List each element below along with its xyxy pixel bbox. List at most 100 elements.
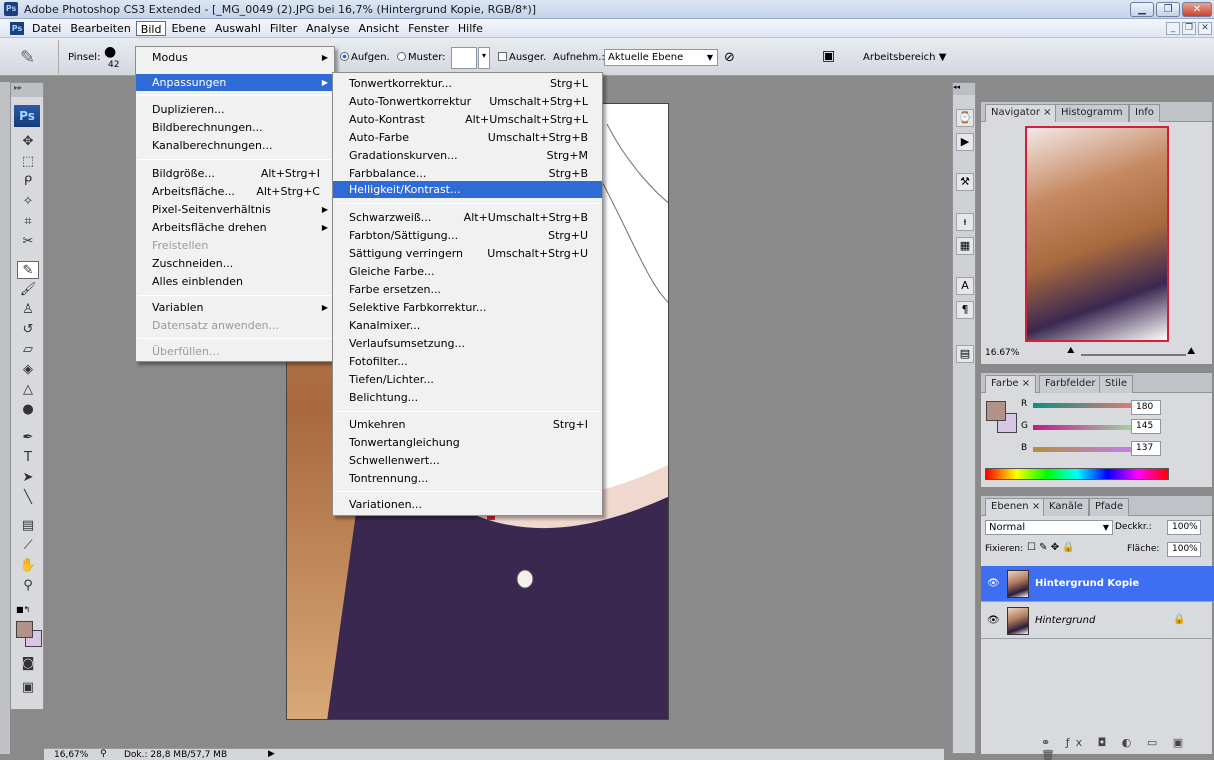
- status-zoom[interactable]: 16,67%: [54, 750, 88, 760]
- menu-item-pixel-seitenverhaeltnis[interactable]: Pixel-Seitenverhältnis ▶: [136, 201, 334, 218]
- pattern-dropdown-icon[interactable]: ▾: [478, 47, 490, 69]
- blend-mode-select[interactable]: Normal ▼: [985, 520, 1113, 535]
- menu-item-saettigung-verringern[interactable]: Sättigung verringern Umschalt+Strg+U: [333, 245, 602, 262]
- dodge-tool-icon[interactable]: ●: [17, 401, 39, 419]
- layer-name[interactable]: Hintergrund: [1035, 615, 1095, 626]
- zoom-out-icon[interactable]: ⛰: [1067, 346, 1075, 356]
- menu-item-alles-einblenden[interactable]: Alles einblenden: [136, 273, 334, 290]
- close-icon[interactable]: ✕: [1182, 2, 1212, 17]
- menu-item-tontrennung[interactable]: Tontrennung...: [333, 470, 602, 487]
- menu-item-verlaufsumsetzung[interactable]: Verlaufsumsetzung...: [333, 335, 602, 352]
- menu-item-duplizieren[interactable]: Duplizieren...: [136, 101, 334, 118]
- menu-item-bildgroesse[interactable]: Bildgröße... Alt+Strg+I: [136, 165, 334, 182]
- blur-tool-icon[interactable]: △: [17, 381, 39, 399]
- zoom-tool-icon[interactable]: ⚲: [17, 577, 39, 595]
- menu-ansicht[interactable]: Ansicht: [354, 21, 403, 36]
- visibility-eye-icon[interactable]: 👁: [987, 615, 1000, 626]
- tab-stile[interactable]: Stile: [1099, 375, 1133, 393]
- menu-item-schwarzweiss[interactable]: Schwarzweiß... Alt+Umschalt+Strg+B: [333, 209, 602, 226]
- pattern-radio[interactable]: Muster:: [397, 52, 446, 63]
- layer-row[interactable]: 👁 Hintergrund Kopie: [981, 566, 1214, 602]
- screen-mode-icon[interactable]: ▣: [17, 679, 39, 697]
- photoshop-logo[interactable]: Ps: [14, 105, 40, 127]
- menu-item-kanalmixer[interactable]: Kanalmixer...: [333, 317, 602, 334]
- sample-checkbox[interactable]: Ausger.: [498, 52, 546, 63]
- menu-item-farbton-saettigung[interactable]: Farbton/Sättigung... Strg+U: [333, 227, 602, 244]
- pen-tool-icon[interactable]: ✒: [17, 429, 39, 447]
- tab-ebenen[interactable]: Ebenen ×: [985, 498, 1047, 516]
- color-spectrum-bar[interactable]: [985, 468, 1169, 480]
- zoom-in-icon[interactable]: ⛰: [1187, 346, 1195, 357]
- tab-navigator[interactable]: Navigator ×: [985, 104, 1058, 122]
- menu-item-anpassungen[interactable]: Anpassungen ▶: [136, 74, 334, 91]
- menu-item-fotofilter[interactable]: Fotofilter...: [333, 353, 602, 370]
- workspace-button[interactable]: Arbeitsbereich ▼: [863, 52, 946, 63]
- b-slider[interactable]: [1033, 447, 1133, 452]
- pattern-swatch[interactable]: [451, 47, 477, 69]
- tab-pfade[interactable]: Pfade: [1089, 498, 1130, 516]
- menu-ebene[interactable]: Ebene: [167, 21, 209, 36]
- menu-item-tonwertkorrektur[interactable]: Tonwertkorrektur... Strg+L: [333, 75, 602, 92]
- slice-tool-icon[interactable]: ✂: [17, 233, 39, 251]
- history-panel-icon[interactable]: ⌚: [956, 109, 974, 127]
- document-icon[interactable]: Ps: [10, 22, 24, 35]
- menu-item-tiefen-lichter[interactable]: Tiefen/Lichter...: [333, 371, 602, 388]
- paint-bucket-tool-icon[interactable]: ◈: [17, 361, 39, 379]
- eraser-tool-icon[interactable]: ▱: [17, 341, 39, 359]
- clone-source-icon[interactable]: ▦: [956, 237, 974, 255]
- actions-panel-icon[interactable]: ▶: [956, 133, 974, 151]
- maximize-icon[interactable]: ❐: [1156, 2, 1180, 17]
- doc-close-icon[interactable]: ✕: [1198, 22, 1212, 35]
- move-tool-icon[interactable]: ✥: [17, 133, 39, 151]
- menu-filter[interactable]: Filter: [266, 21, 301, 36]
- visibility-eye-icon[interactable]: 👁: [987, 578, 1000, 589]
- paragraph-panel-icon[interactable]: ¶: [956, 301, 974, 319]
- path-selection-tool-icon[interactable]: ➤: [17, 469, 39, 487]
- minimize-icon[interactable]: ▁: [1130, 2, 1154, 17]
- layer-action-icons[interactable]: ⚭ ƒx ◘ ◐ ▭ ▣ 🗑: [1041, 736, 1212, 760]
- menu-item-selektive-farbkorrektur[interactable]: Selektive Farbkorrektur...: [333, 299, 602, 316]
- clone-stamp-tool-icon[interactable]: ♙: [17, 301, 39, 319]
- crop-tool-icon[interactable]: ⌗: [17, 213, 39, 231]
- menu-item-umkehren[interactable]: Umkehren Strg+I: [333, 416, 602, 433]
- aligned-radio[interactable]: Aufgen.: [340, 52, 390, 63]
- menu-item-helligkeit-kontrast[interactable]: Helligkeit/Kontrast...: [333, 181, 602, 198]
- menu-item-bildberechnungen[interactable]: Bildberechnungen...: [136, 119, 334, 136]
- doc-restore-icon[interactable]: ❐: [1182, 22, 1196, 35]
- menu-item-variationen[interactable]: Variationen...: [333, 496, 602, 513]
- menu-item-auto-farbe[interactable]: Auto-Farbe Umschalt+Strg+B: [333, 129, 602, 146]
- sample-from-select[interactable]: Aktuelle Ebene ▼: [604, 49, 718, 66]
- color-panel-foreground-swatch[interactable]: [986, 401, 1006, 421]
- r-slider[interactable]: [1033, 403, 1133, 408]
- menu-auswahl[interactable]: Auswahl: [211, 21, 265, 36]
- tab-info[interactable]: Info: [1129, 104, 1160, 122]
- navigator-preview[interactable]: [1025, 126, 1169, 342]
- tool-presets-icon[interactable]: ⚒: [956, 173, 974, 191]
- g-slider[interactable]: [1033, 425, 1133, 430]
- menu-item-arbeitsflaeche-drehen[interactable]: Arbeitsfläche drehen ▶: [136, 219, 334, 236]
- history-brush-tool-icon[interactable]: ↺: [17, 321, 39, 339]
- brushes-panel-icon[interactable]: ᵼ: [956, 213, 974, 231]
- doc-minimize-icon[interactable]: _: [1166, 22, 1180, 35]
- healing-brush-tool-icon[interactable]: ✎: [20, 47, 35, 68]
- brush-tool-icon[interactable]: 🖌: [17, 281, 39, 299]
- fill-value[interactable]: 100%: [1167, 542, 1201, 557]
- menu-item-schwellenwert[interactable]: Schwellenwert...: [333, 452, 602, 469]
- menu-analyse[interactable]: Analyse: [302, 21, 353, 36]
- status-zoom-icon[interactable]: ⚲: [100, 749, 107, 759]
- menu-item-variablen[interactable]: Variablen ▶: [136, 299, 334, 316]
- menu-item-auto-kontrast[interactable]: Auto-Kontrast Alt+Umschalt+Strg+L: [333, 111, 602, 128]
- notes-tool-icon[interactable]: ▤: [17, 517, 39, 535]
- menu-item-farbbalance[interactable]: Farbbalance... Strg+B: [333, 165, 602, 182]
- menu-item-tonwertangleichung[interactable]: Tonwertangleichung: [333, 434, 602, 451]
- menu-item-zuschneiden[interactable]: Zuschneiden...: [136, 255, 334, 272]
- menu-datei[interactable]: Datei: [28, 21, 65, 36]
- r-value[interactable]: 180: [1131, 400, 1161, 415]
- layer-comps-icon[interactable]: ▤: [956, 345, 974, 363]
- menu-item-gradationskurven[interactable]: Gradationskurven... Strg+M: [333, 147, 602, 164]
- brush-tip-icon[interactable]: ●: [104, 44, 116, 60]
- tab-histogramm[interactable]: Histogramm: [1055, 104, 1129, 122]
- healing-brush-tool-icon[interactable]: ✎: [17, 261, 39, 279]
- g-value[interactable]: 145: [1131, 419, 1161, 434]
- menu-item-farbe-ersetzen[interactable]: Farbe ersetzen...: [333, 281, 602, 298]
